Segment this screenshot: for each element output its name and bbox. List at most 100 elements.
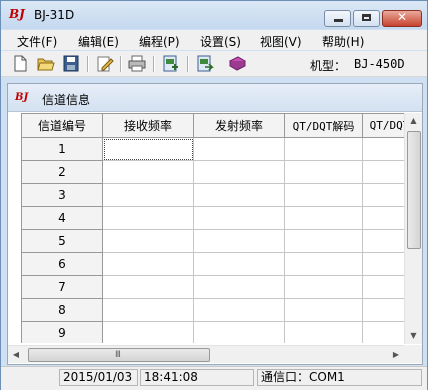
- row-header-cell[interactable]: 3: [21, 183, 103, 207]
- menu-help[interactable]: 帮助(H): [322, 33, 364, 50]
- table-cell[interactable]: [362, 321, 405, 343]
- vertical-scroll-thumb[interactable]: [407, 131, 421, 249]
- column-header-qt-dqt-decode[interactable]: QT/DQT解码: [284, 113, 363, 138]
- document-title: 信道信息: [42, 93, 91, 107]
- table-row: 8: [21, 298, 405, 322]
- menu-edit[interactable]: 编辑(E): [78, 33, 119, 50]
- write-to-radio-icon: [197, 55, 214, 72]
- scroll-up-icon[interactable]: ▲: [405, 113, 422, 129]
- header-row: 信道编号 接收频率 发射频率 QT/DQT解码 QT/DQT: [21, 113, 405, 138]
- close-button[interactable]: ✕: [382, 10, 422, 27]
- table-cell[interactable]: [362, 275, 405, 299]
- table-cell[interactable]: [193, 229, 285, 253]
- maximize-icon: [362, 14, 371, 21]
- scroll-grip-icon: III: [115, 350, 121, 360]
- table-cell[interactable]: [284, 298, 363, 322]
- new-file-icon: [14, 55, 27, 72]
- channel-info-title-bar[interactable]: BJ 信道信息: [8, 84, 422, 112]
- table-cell[interactable]: [284, 252, 363, 276]
- close-icon: ✕: [396, 10, 408, 24]
- table-cell[interactable]: [102, 229, 194, 253]
- table-cell[interactable]: [362, 183, 405, 207]
- table-cell[interactable]: [102, 137, 194, 161]
- read-from-radio-icon: [163, 55, 178, 72]
- new-file-button[interactable]: [11, 55, 29, 72]
- app-window: BJ BJ-31D ✕ 文件(F) 编辑(E) 编程(P) 设置(S) 视图(V…: [0, 0, 428, 390]
- help-button[interactable]: [228, 55, 247, 72]
- column-header-channel-number[interactable]: 信道编号: [21, 113, 103, 138]
- print-button[interactable]: [128, 55, 146, 72]
- edit-button[interactable]: [96, 55, 114, 72]
- table-cell[interactable]: [284, 229, 363, 253]
- status-time: 18:41:08: [140, 369, 254, 386]
- column-header-rx-frequency[interactable]: 接收频率: [102, 113, 194, 138]
- write-button[interactable]: [196, 55, 214, 72]
- print-icon: [128, 55, 146, 72]
- table-cell[interactable]: [362, 137, 405, 161]
- table-cell[interactable]: [102, 206, 194, 230]
- menu-file[interactable]: 文件(F): [17, 33, 57, 50]
- scroll-down-icon[interactable]: ▼: [405, 328, 422, 344]
- table-cell[interactable]: [362, 206, 405, 230]
- channel-info-window: BJ 信道信息 信道编号 接收频率 发射频率 QT/DQT解码 QT/DQT: [7, 83, 423, 365]
- title-bar[interactable]: BJ BJ-31D ✕: [1, 1, 427, 29]
- table-cell[interactable]: [284, 183, 363, 207]
- table-cell[interactable]: [102, 160, 194, 184]
- row-header-cell[interactable]: 7: [21, 275, 103, 299]
- model-label: 机型：: [310, 59, 347, 73]
- table-cell[interactable]: [284, 160, 363, 184]
- table-cell[interactable]: [102, 321, 194, 343]
- table-cell[interactable]: [193, 252, 285, 276]
- channel-table: 信道编号 接收频率 发射频率 QT/DQT解码 QT/DQT 123456789: [21, 113, 405, 343]
- table-cell[interactable]: [362, 298, 405, 322]
- table-cell[interactable]: [362, 252, 405, 276]
- table-cell[interactable]: [284, 206, 363, 230]
- maximize-button[interactable]: [353, 10, 380, 27]
- table-cell[interactable]: [102, 275, 194, 299]
- table-cell[interactable]: [193, 160, 285, 184]
- toolbar-separator: [120, 56, 122, 72]
- row-header-cell[interactable]: 4: [21, 206, 103, 230]
- scrollbar-corner: [404, 345, 422, 363]
- open-button[interactable]: [37, 55, 55, 72]
- read-button[interactable]: [162, 55, 180, 72]
- table-cell[interactable]: [193, 183, 285, 207]
- row-header-cell[interactable]: 2: [21, 160, 103, 184]
- table-cell[interactable]: [362, 229, 405, 253]
- column-header-tx-frequency[interactable]: 发射频率: [193, 113, 285, 138]
- row-header-cell[interactable]: 6: [21, 252, 103, 276]
- table-row: 4: [21, 206, 405, 230]
- toolbar-separator: [87, 56, 89, 72]
- table-row: 7: [21, 275, 405, 299]
- table-cell[interactable]: [284, 321, 363, 343]
- row-header-cell[interactable]: 9: [21, 321, 103, 343]
- row-header-cell[interactable]: 5: [21, 229, 103, 253]
- table-cell[interactable]: [102, 252, 194, 276]
- table-cell[interactable]: [102, 183, 194, 207]
- menu-view[interactable]: 视图(V): [260, 33, 302, 50]
- minimize-button[interactable]: [324, 10, 351, 27]
- minimize-icon: [334, 19, 343, 22]
- table-cell[interactable]: [102, 298, 194, 322]
- scroll-right-icon[interactable]: ▶: [388, 346, 404, 363]
- scroll-left-icon[interactable]: ◀: [8, 346, 24, 363]
- table-cell[interactable]: [284, 137, 363, 161]
- menu-settings[interactable]: 设置(S): [200, 33, 241, 50]
- table-cell[interactable]: [284, 275, 363, 299]
- table-cell[interactable]: [362, 160, 405, 184]
- table-row: 5: [21, 229, 405, 253]
- row-header-cell[interactable]: 1: [21, 137, 103, 161]
- toolbar: 机型： BJ-450D: [1, 51, 427, 77]
- column-header-qt-dqt[interactable]: QT/DQT: [362, 113, 405, 138]
- table-cell[interactable]: [193, 206, 285, 230]
- table-cell[interactable]: [193, 298, 285, 322]
- row-header-cell[interactable]: 8: [21, 298, 103, 322]
- menu-program[interactable]: 编程(P): [139, 33, 180, 50]
- horizontal-scroll-thumb[interactable]: III: [28, 348, 210, 362]
- horizontal-scrollbar[interactable]: ◀ III ▶: [8, 345, 404, 363]
- table-cell[interactable]: [193, 137, 285, 161]
- table-cell[interactable]: [193, 321, 285, 343]
- save-button[interactable]: [62, 55, 80, 72]
- vertical-scrollbar[interactable]: ▲ ▼: [404, 113, 422, 344]
- table-cell[interactable]: [193, 275, 285, 299]
